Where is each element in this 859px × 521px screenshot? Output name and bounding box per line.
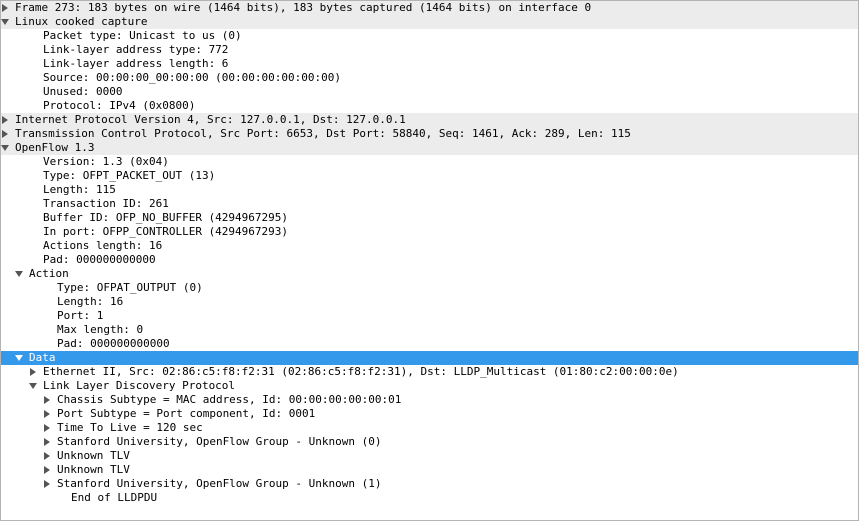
- tree-row[interactable]: ...Packet type: Unicast to us (0): [1, 29, 858, 43]
- tree-row-label: End of LLDPDU: [71, 491, 858, 505]
- tree-row[interactable]: Internet Protocol Version 4, Src: 127.0.…: [1, 113, 858, 127]
- tree-row[interactable]: ...Version: 1.3 (0x04): [1, 155, 858, 169]
- tree-row-label: Chassis Subtype = MAC address, Id: 00:00…: [57, 393, 858, 407]
- tree-row[interactable]: ....Port: 1: [1, 309, 858, 323]
- expand-right-icon[interactable]: [43, 466, 57, 474]
- collapse-down-icon[interactable]: [1, 18, 15, 26]
- tree-row-label: Transaction ID: 261: [43, 197, 858, 211]
- tree-row-label: Linux cooked capture: [15, 15, 858, 29]
- expand-right-icon[interactable]: [1, 116, 15, 124]
- tree-row[interactable]: ....Type: OFPAT_OUTPUT (0): [1, 281, 858, 295]
- tree-row-label: Link-layer address type: 772: [43, 43, 858, 57]
- tree-row[interactable]: ...Time To Live = 120 sec: [1, 421, 858, 435]
- tree-row[interactable]: ...Buffer ID: OFP_NO_BUFFER (4294967295): [1, 211, 858, 225]
- tree-row-label: Actions length: 16: [43, 239, 858, 253]
- tree-row[interactable]: Linux cooked capture: [1, 15, 858, 29]
- tree-row[interactable]: .....End of LLDPDU: [1, 491, 858, 505]
- tree-row[interactable]: ...Port Subtype = Port component, Id: 00…: [1, 407, 858, 421]
- tree-row[interactable]: ...Link-layer address length: 6: [1, 57, 858, 71]
- tree-row-label: OpenFlow 1.3: [15, 141, 858, 155]
- tree-row-label: Packet type: Unicast to us (0): [43, 29, 858, 43]
- tree-row-label: Length: 115: [43, 183, 858, 197]
- tree-row-label: Internet Protocol Version 4, Src: 127.0.…: [15, 113, 858, 127]
- tree-row[interactable]: OpenFlow 1.3: [1, 141, 858, 155]
- collapse-down-icon[interactable]: [1, 144, 15, 152]
- expand-right-icon[interactable]: [43, 438, 57, 446]
- tree-row[interactable]: ...Source: 00:00:00_00:00:00 (00:00:00:0…: [1, 71, 858, 85]
- tree-row[interactable]: .Action: [1, 267, 858, 281]
- tree-row[interactable]: ...Unused: 0000: [1, 85, 858, 99]
- tree-row-label: Action: [29, 267, 858, 281]
- tree-row-label: Port Subtype = Port component, Id: 0001: [57, 407, 858, 421]
- tree-row-label: Unknown TLV: [57, 449, 858, 463]
- expand-right-icon[interactable]: [43, 480, 57, 488]
- tree-row[interactable]: ...Link-layer address type: 772: [1, 43, 858, 57]
- tree-row[interactable]: ...Type: OFPT_PACKET_OUT (13): [1, 169, 858, 183]
- expand-right-icon[interactable]: [43, 396, 57, 404]
- tree-row[interactable]: ...Length: 115: [1, 183, 858, 197]
- tree-row-label: Link-layer address length: 6: [43, 57, 858, 71]
- tree-row-label: Protocol: IPv4 (0x0800): [43, 99, 858, 113]
- tree-row[interactable]: ....Length: 16: [1, 295, 858, 309]
- tree-row-label: Data: [29, 351, 858, 365]
- collapse-down-icon[interactable]: [15, 354, 29, 362]
- tree-row[interactable]: ...Chassis Subtype = MAC address, Id: 00…: [1, 393, 858, 407]
- tree-row[interactable]: ...Actions length: 16: [1, 239, 858, 253]
- tree-row[interactable]: ...Unknown TLV: [1, 449, 858, 463]
- expand-right-icon[interactable]: [1, 130, 15, 138]
- tree-row[interactable]: ...Stanford University, OpenFlow Group -…: [1, 435, 858, 449]
- tree-row-label: Frame 273: 183 bytes on wire (1464 bits)…: [15, 1, 858, 15]
- expand-right-icon[interactable]: [43, 410, 57, 418]
- tree-row-label: Type: OFPT_PACKET_OUT (13): [43, 169, 858, 183]
- tree-row-label: Unused: 0000: [43, 85, 858, 99]
- tree-row-label: Source: 00:00:00_00:00:00 (00:00:00:00:0…: [43, 71, 858, 85]
- collapse-down-icon[interactable]: [29, 382, 43, 390]
- tree-row[interactable]: ....Max length: 0: [1, 323, 858, 337]
- tree-row[interactable]: ...Stanford University, OpenFlow Group -…: [1, 477, 858, 491]
- tree-row[interactable]: ...Pad: 000000000000: [1, 253, 858, 267]
- tree-row-label: Buffer ID: OFP_NO_BUFFER (4294967295): [43, 211, 858, 225]
- packet-details-pane[interactable]: Frame 273: 183 bytes on wire (1464 bits)…: [0, 0, 859, 521]
- tree-row-label: Type: OFPAT_OUTPUT (0): [57, 281, 858, 295]
- tree-row[interactable]: ...Unknown TLV: [1, 463, 858, 477]
- tree-row-label: Stanford University, OpenFlow Group - Un…: [57, 477, 858, 491]
- tree-row-label: Transmission Control Protocol, Src Port:…: [15, 127, 858, 141]
- tree-row-label: Pad: 000000000000: [57, 337, 858, 351]
- tree-row-label: Length: 16: [57, 295, 858, 309]
- expand-right-icon[interactable]: [43, 424, 57, 432]
- tree-row-label: Time To Live = 120 sec: [57, 421, 858, 435]
- expand-right-icon[interactable]: [1, 4, 15, 12]
- tree-row-label: Port: 1: [57, 309, 858, 323]
- tree-row-label: Pad: 000000000000: [43, 253, 858, 267]
- tree-row-label: Stanford University, OpenFlow Group - Un…: [57, 435, 858, 449]
- tree-row-label: Unknown TLV: [57, 463, 858, 477]
- tree-row[interactable]: ...Transaction ID: 261: [1, 197, 858, 211]
- tree-row[interactable]: ...In port: OFPP_CONTROLLER (4294967293): [1, 225, 858, 239]
- tree-row[interactable]: Frame 273: 183 bytes on wire (1464 bits)…: [1, 1, 858, 15]
- expand-right-icon[interactable]: [29, 368, 43, 376]
- expand-right-icon[interactable]: [43, 452, 57, 460]
- tree-row-label: Version: 1.3 (0x04): [43, 155, 858, 169]
- tree-row[interactable]: ....Pad: 000000000000: [1, 337, 858, 351]
- tree-row[interactable]: ...Protocol: IPv4 (0x0800): [1, 99, 858, 113]
- tree-row[interactable]: ..Ethernet II, Src: 02:86:c5:f8:f2:31 (0…: [1, 365, 858, 379]
- tree-row[interactable]: ..Link Layer Discovery Protocol: [1, 379, 858, 393]
- tree-row-label: Max length: 0: [57, 323, 858, 337]
- tree-row-label: Link Layer Discovery Protocol: [43, 379, 858, 393]
- tree-row[interactable]: Transmission Control Protocol, Src Port:…: [1, 127, 858, 141]
- collapse-down-icon[interactable]: [15, 270, 29, 278]
- tree-row-label: In port: OFPP_CONTROLLER (4294967293): [43, 225, 858, 239]
- tree-row[interactable]: .Data: [1, 351, 858, 365]
- tree-row-label: Ethernet II, Src: 02:86:c5:f8:f2:31 (02:…: [43, 365, 858, 379]
